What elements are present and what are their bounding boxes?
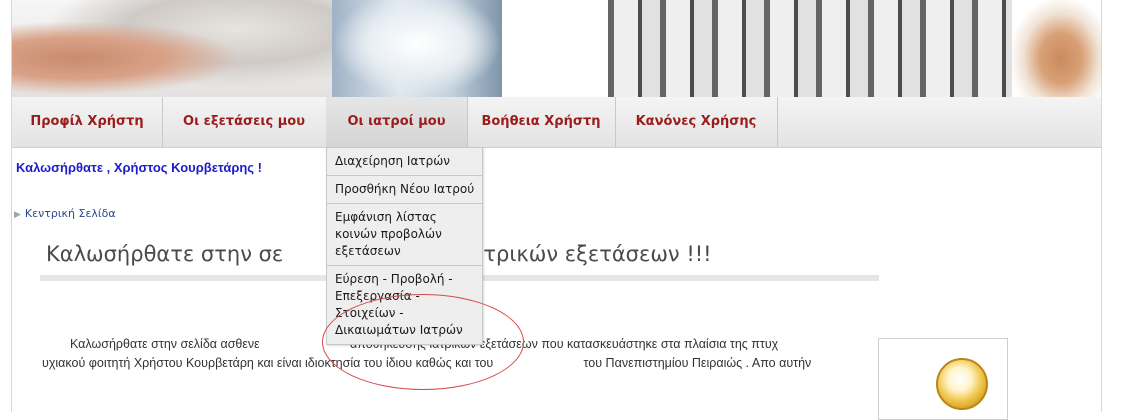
nav-item-my-exams[interactable]: Οι εξετάσεις μου bbox=[162, 97, 327, 147]
doctors-dropdown-menu: Διαχείρηση Ιατρών Προσθήκη Νέου Ιατρού Ε… bbox=[326, 147, 483, 345]
menu-item-manage-doctors[interactable]: Διαχείρηση Ιατρών bbox=[327, 148, 482, 176]
welcome-user-text: Καλωσήρθατε , Χρήστος Κουρβετάρης ! bbox=[16, 160, 262, 175]
header-banner bbox=[12, 0, 1101, 97]
banner-doctor-image bbox=[332, 0, 502, 97]
banner-hand-image bbox=[1012, 0, 1101, 97]
menu-item-add-doctor[interactable]: Προσθήκη Νέου Ιατρού bbox=[327, 176, 482, 204]
banner-test-tubes-image bbox=[608, 0, 1016, 97]
page-frame: Προφίλ Χρήστη Οι εξετάσεις μου Οι ιατροί… bbox=[11, 0, 1102, 420]
menu-item-find-edit-doctors[interactable]: Εύρεση - Προβολή - Επεξεργασία - Στοιχεί… bbox=[327, 266, 482, 344]
breadcrumb: ▶ Κεντρική Σελίδα bbox=[14, 207, 116, 220]
nav-item-help[interactable]: Βοήθεια Χρήστη bbox=[467, 97, 616, 147]
medal-icon bbox=[936, 358, 988, 410]
main-nav: Προφίλ Χρήστη Οι εξετάσεις μου Οι ιατροί… bbox=[12, 97, 1101, 148]
breadcrumb-arrow-icon: ▶ bbox=[14, 210, 21, 220]
breadcrumb-home-link[interactable]: Κεντρική Σελίδα bbox=[25, 207, 116, 220]
menu-item-shared-views[interactable]: Εμφάνιση λίστας κοινών προβολών εξετάσεω… bbox=[327, 204, 482, 266]
nav-item-profile[interactable]: Προφίλ Χρήστη bbox=[12, 97, 163, 147]
banner-stethoscope-image bbox=[12, 0, 332, 97]
nav-item-terms[interactable]: Κανόνες Χρήσης bbox=[615, 97, 778, 147]
nav-item-my-doctors[interactable]: Οι ιατροί μου bbox=[326, 97, 468, 147]
